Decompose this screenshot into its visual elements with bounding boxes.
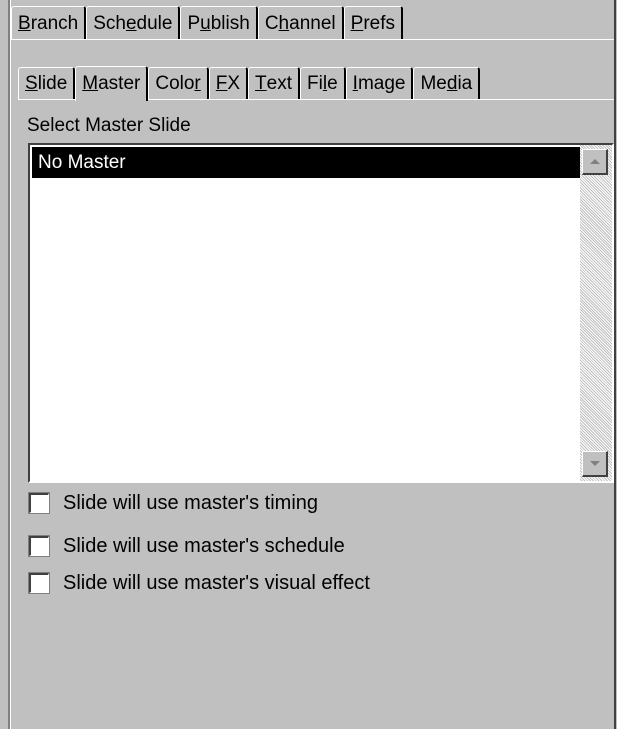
tab-schedule[interactable]: Sch e dule	[86, 6, 181, 40]
secondary-tab-bar: Slide Master Colo r FX Text Fi l e Image Me…	[18, 66, 481, 101]
list-item[interactable]: No Master	[32, 147, 580, 178]
arrow-up-icon	[589, 159, 600, 164]
tab-color[interactable]: Colo r	[148, 67, 209, 99]
arrow-down-icon	[589, 461, 600, 466]
option-master-schedule[interactable]: Slide will use master's schedule	[28, 531, 345, 561]
primary-tab-divider	[11, 39, 614, 40]
select-master-label: Select Master Slide	[27, 115, 191, 136]
master-timing-label: Slide will use master's timing	[63, 491, 319, 514]
master-visual-effect-label: Slide will use master's visual effect	[63, 571, 370, 594]
panel-left-border	[8, 0, 11, 729]
list-scrollbar[interactable]	[580, 145, 612, 481]
master-schedule-checkbox[interactable]	[28, 535, 50, 557]
panel-right-border	[614, 0, 616, 729]
tab-text[interactable]: Text	[248, 67, 301, 99]
tab-fx[interactable]: FX	[208, 67, 249, 99]
tab-master[interactable]: Master	[75, 66, 149, 101]
tab-publish[interactable]: Pu blish	[180, 6, 258, 40]
option-master-timing[interactable]: Slide will use master's timing	[28, 488, 319, 518]
tab-branch[interactable]: Branch	[11, 6, 87, 40]
tab-channel[interactable]: Ch annel	[257, 6, 344, 40]
scroll-up-button[interactable]	[582, 149, 608, 175]
scroll-down-button[interactable]	[582, 451, 608, 477]
tab-slide[interactable]: Slide	[18, 67, 76, 99]
option-master-visual-effect[interactable]: Slide will use master's visual effect	[28, 568, 370, 598]
master-timing-checkbox[interactable]	[28, 492, 50, 514]
primary-tab-bar: Branch Sch e dule Pu blish Ch annel Prefs	[11, 6, 403, 40]
tab-image[interactable]: Image	[345, 67, 414, 99]
tab-file[interactable]: Fi l e	[300, 67, 346, 99]
master-schedule-label: Slide will use master's schedule	[63, 534, 345, 557]
tab-media[interactable]: Me d ia	[413, 67, 481, 99]
master-settings-panel: Branch Sch e dule Pu blish Ch annel Prefs Sl…	[0, 0, 617, 729]
master-slide-items: No Master	[32, 147, 580, 479]
master-slide-list[interactable]: No Master	[28, 143, 614, 483]
master-visual-effect-checkbox[interactable]	[28, 572, 50, 594]
tab-prefs[interactable]: Prefs	[343, 6, 403, 40]
